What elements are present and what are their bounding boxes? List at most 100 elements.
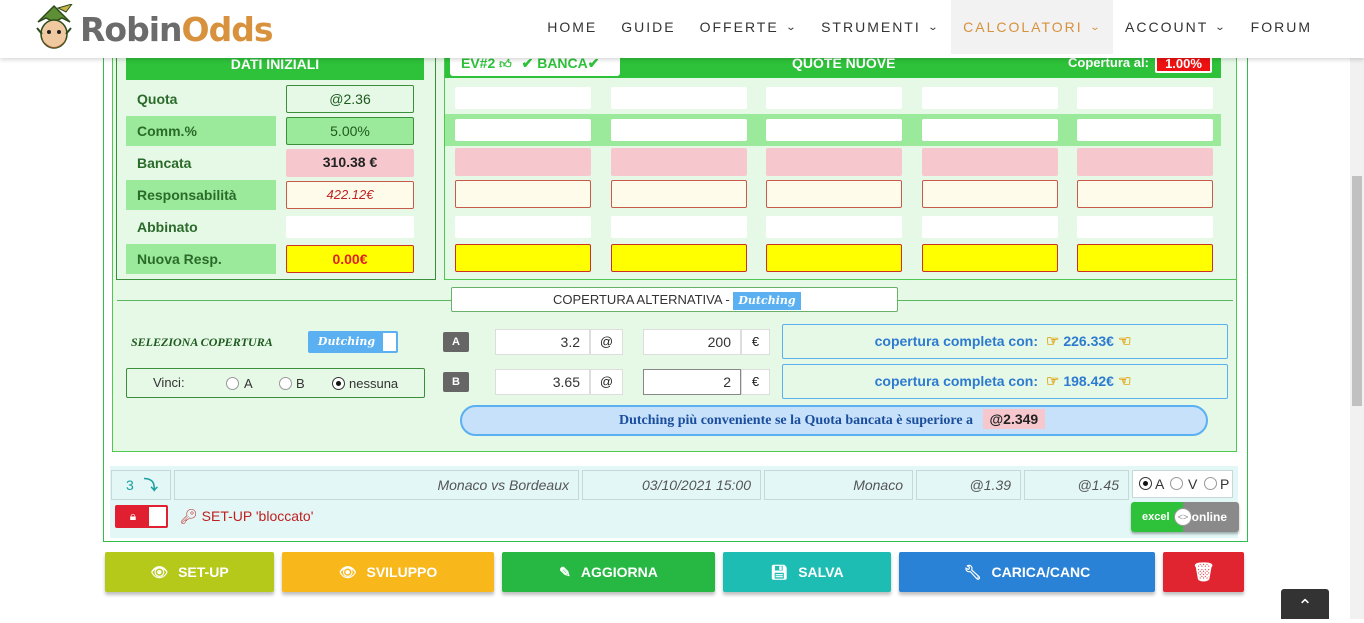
avp-v-label: V (1188, 476, 1198, 492)
quota-b-input[interactable]: 3.65 (495, 369, 590, 395)
page-scrollbar[interactable] (1350, 58, 1364, 619)
nav-offerte[interactable]: OFFERTE ⌄ (688, 0, 809, 54)
radio-nessuna-label: nessuna (349, 376, 399, 391)
dutching-toggle[interactable]: Dutching (308, 331, 398, 353)
comm-input-1[interactable] (455, 119, 591, 141)
coverage-b-value: 198.42€ (1063, 373, 1114, 389)
scrollbar-thumb[interactable] (1352, 176, 1362, 406)
stake-b-input[interactable]: 2 (643, 369, 741, 395)
nav-account[interactable]: ACCOUNT ⌄ (1113, 0, 1239, 54)
comm-input-2[interactable] (611, 119, 747, 141)
salva-button-label: SALVA (798, 564, 844, 580)
eye-icon: 👁︎ (338, 564, 357, 580)
event-number-text: 3 (126, 477, 134, 493)
nav-forum[interactable]: FORUM (1239, 0, 1324, 54)
stake-a-input[interactable]: 200 (643, 329, 741, 355)
radio-a[interactable] (226, 377, 239, 390)
nuova-resp-cell-4 (922, 244, 1058, 272)
nav-account-label: ACCOUNT (1125, 19, 1209, 35)
quota-input-4[interactable] (922, 87, 1058, 109)
dutching-note: Dutching più conveniente se la Quota ban… (460, 405, 1208, 436)
main-nav: HOME GUIDE OFFERTE ⌄ STRUMENTI ⌄ CALCOLATO… (535, 0, 1324, 54)
chevron-down-icon: ⌄ (927, 21, 941, 33)
nuova-resp-cell-2 (611, 244, 747, 272)
arrow-down-icon: ⤵ (143, 477, 158, 493)
nuova-resp-label: Nuova Resp. (126, 244, 276, 274)
dutching-note-text: Dutching più conveniente se la Quota ban… (619, 413, 974, 428)
at-unit: @ (590, 329, 623, 355)
quota-value[interactable]: @2.36 (286, 85, 414, 113)
coverage-b-text: copertura completa con: (874, 373, 1038, 389)
delete-button[interactable]: 🗑︎ (1163, 552, 1244, 592)
carica-canc-button[interactable]: 🔧︎ CARICA/CANC (899, 552, 1155, 592)
salva-button[interactable]: 💾︎ SALVA (723, 552, 891, 592)
quota-label: Quota (137, 91, 178, 107)
event-number[interactable]: 3 ⤵ (111, 470, 171, 500)
scroll-to-top-button[interactable]: ⌃ (1281, 589, 1329, 619)
hand-pointing-right-icon: ☞ (1045, 333, 1060, 350)
radio-avp-p[interactable] (1204, 477, 1217, 490)
responsabilita-value: 422.12€ (286, 181, 414, 209)
chevron-up-icon: ⌃ (1297, 596, 1313, 616)
sviluppo-button-label: SVILUPPO (366, 564, 438, 580)
radio-b-label: B (296, 376, 305, 391)
bancata-cell-5 (1077, 148, 1213, 176)
nuova-resp-value: 0.00€ (286, 245, 414, 273)
resp-cell-3 (766, 180, 902, 208)
radio-avp-a[interactable] (1139, 477, 1152, 490)
nav-home[interactable]: HOME (535, 0, 609, 54)
nav-calcolatori-label: CALCOLATORI (963, 19, 1083, 35)
badge-b: B (443, 372, 469, 392)
vinci-selector: Vinci: A B nessuna (126, 368, 425, 398)
excel-online-toggle[interactable]: excel online <> (1131, 502, 1239, 532)
nav-strumenti[interactable]: STRUMENTI ⌄ (809, 0, 951, 54)
setup-status-text: SET-UP 'bloccato' (201, 508, 314, 524)
wrench-icon: 🔧︎ (963, 564, 982, 580)
nav-home-label: HOME (547, 19, 598, 35)
event-odd-2: @1.45 (1024, 470, 1129, 500)
quota-input-2[interactable] (611, 87, 747, 109)
quota-input-3[interactable] (766, 87, 902, 109)
logo-text: RobinOdds (80, 9, 273, 49)
code-icon: <> (1174, 508, 1192, 526)
setup-button[interactable]: 👁︎ SET-UP (105, 552, 274, 592)
nav-offerte-label: OFFERTE (699, 19, 779, 35)
abbinato-cell-4 (922, 216, 1058, 238)
nuova-resp-cell-3 (766, 244, 902, 272)
comm-input-5[interactable] (1077, 119, 1213, 141)
logo[interactable]: RobinOdds (32, 4, 273, 54)
sviluppo-button[interactable]: 👁︎ SVILUPPO (282, 552, 494, 592)
resp-cell-5 (1077, 180, 1213, 208)
chevron-down-icon: ⌄ (1089, 21, 1103, 33)
bancata-cell-3 (766, 148, 902, 176)
seleziona-copertura-label: SELEZIONA COPERTURA (131, 335, 273, 349)
abbinato-label: Abbinato (137, 219, 198, 235)
quota-input-5[interactable] (1077, 87, 1213, 109)
comm-value[interactable]: 5.00% (286, 117, 414, 145)
avp-selector: A V P (1132, 470, 1233, 498)
radio-avp-v[interactable] (1170, 477, 1183, 490)
aggiorna-button[interactable]: ✎ AGGIORNA (502, 552, 715, 592)
bancata-label: Bancata (137, 155, 192, 171)
euro-unit: € (741, 329, 770, 355)
nav-calcolatori[interactable]: CALCOLATORI ⌄ (951, 0, 1114, 54)
lock-toggle[interactable]: 🔒︎ (115, 505, 168, 528)
coverage-a: copertura completa con: ☞ 226.33€ ☜ (782, 324, 1228, 359)
site-header: RobinOdds HOME GUIDE OFFERTE ⌄ STRUMENTI ⌄… (0, 0, 1364, 58)
radio-nessuna[interactable] (332, 377, 345, 390)
logo-part-robin: Robin (80, 9, 183, 49)
coverage-a-value: 226.33€ (1063, 333, 1114, 349)
abbinato-cell-2 (611, 216, 747, 238)
trash-icon: 🗑︎ (1192, 562, 1215, 582)
key-icon: 🔑︎ (180, 508, 198, 524)
radio-b[interactable] (279, 377, 292, 390)
robin-hood-icon (36, 4, 73, 49)
coverage-b: copertura completa con: ☞ 198.42€ ☜ (782, 364, 1228, 399)
comm-input-3[interactable] (766, 119, 902, 141)
event-pick: Monaco (764, 470, 913, 500)
quota-input-1[interactable] (455, 87, 591, 109)
quota-a-input[interactable]: 3.2 (495, 329, 590, 355)
nav-guide[interactable]: GUIDE (609, 0, 687, 54)
comm-input-4[interactable] (922, 119, 1058, 141)
nav-forum-label: FORUM (1250, 19, 1312, 35)
